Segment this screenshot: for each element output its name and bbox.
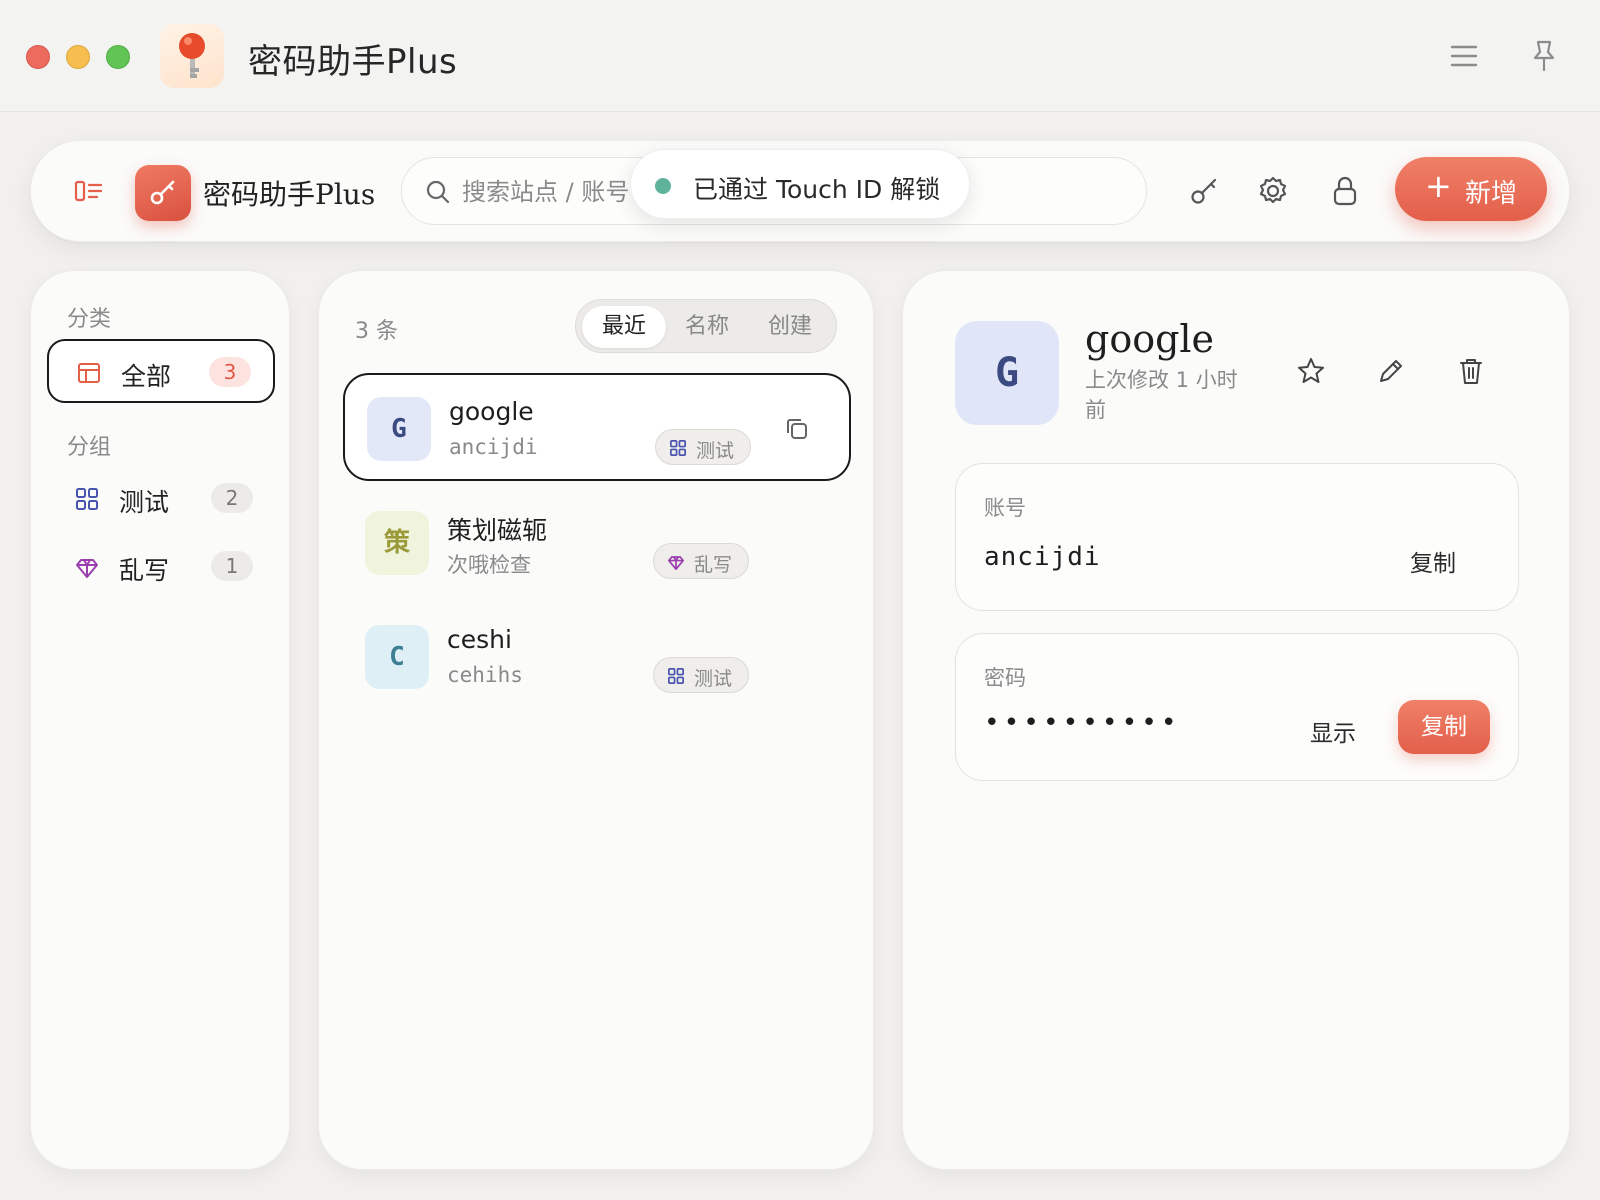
diamond-icon <box>666 552 686 572</box>
window-titlebar: 密码助手Plus <box>0 0 1600 112</box>
entry-name: ceshi <box>447 625 512 654</box>
edit-icon[interactable] <box>1375 355 1407 387</box>
detail-title: google <box>1085 317 1215 361</box>
minimize-window-button[interactable] <box>66 45 90 69</box>
sort-tab-name[interactable]: 名称 <box>665 306 749 348</box>
show-password-button[interactable]: 显示 <box>1310 714 1356 748</box>
category-count-badge: 3 <box>209 357 251 387</box>
copy-password-button[interactable]: 复制 <box>1398 700 1490 754</box>
group-count-badge: 1 <box>211 551 253 581</box>
account-field-card: 账号 ancijdi 复制 <box>955 463 1519 611</box>
grid-icon <box>73 485 101 513</box>
copy-icon[interactable] <box>783 415 811 443</box>
plus-icon: + <box>1425 167 1452 205</box>
entry-detail-panel: G google 上次修改 1 小时前 账号 ancijdi 复制 密码 •••… <box>902 270 1570 1170</box>
pin-icon[interactable] <box>1524 36 1564 76</box>
sort-tab-created[interactable]: 创建 <box>748 306 832 348</box>
copy-account-button[interactable]: 复制 <box>1410 544 1456 578</box>
add-entry-label: 新增 <box>1465 179 1518 209</box>
password-field-card: 密码 •••••••••• 显示 复制 <box>955 633 1519 781</box>
grid-icon <box>666 666 686 686</box>
avatar: C <box>365 625 429 689</box>
entry-name: 策划磁轭 <box>447 516 548 545</box>
grid-icon <box>668 438 688 458</box>
add-entry-button[interactable]: + 新增 <box>1395 157 1547 221</box>
brand-key-icon <box>135 165 191 221</box>
key-icon[interactable] <box>1185 171 1225 211</box>
group-tag: 测试 <box>655 429 751 465</box>
account-value: ancijdi <box>984 542 1101 572</box>
entry-account: ancijdi <box>449 435 538 459</box>
category-item-all[interactable]: 全部 3 <box>47 339 275 403</box>
group-tag: 乱写 <box>653 543 749 579</box>
password-label: 密码 <box>984 666 1026 690</box>
menu-icon[interactable] <box>1444 36 1484 76</box>
entry-count: 3 条 <box>355 319 398 344</box>
entry-name: google <box>449 397 534 426</box>
account-label: 账号 <box>984 496 1026 520</box>
group-item-test[interactable]: 测试 2 <box>47 467 275 531</box>
entry-account: cehihs <box>447 663 523 687</box>
zoom-window-button[interactable] <box>106 45 130 69</box>
group-heading: 分组 <box>67 435 112 460</box>
group-label: 测试 <box>119 488 170 517</box>
detail-avatar: G <box>955 321 1059 425</box>
list-item[interactable]: G google ancijdi 测试 <box>343 373 851 481</box>
detail-modified: 上次修改 1 小时前 <box>1085 368 1238 422</box>
toast-text: 已通过 Touch ID 解锁 <box>693 175 941 204</box>
group-tag: 测试 <box>653 657 749 693</box>
close-window-button[interactable] <box>26 45 50 69</box>
category-label: 全部 <box>121 362 172 391</box>
gear-icon[interactable] <box>1253 171 1293 211</box>
unlock-toast: 已通过 Touch ID 解锁 <box>630 149 970 219</box>
app-key-icon <box>160 24 224 88</box>
lock-icon[interactable] <box>1325 171 1365 211</box>
group-count-badge: 2 <box>211 483 253 513</box>
group-label: 乱写 <box>119 556 170 585</box>
search-icon <box>426 180 450 204</box>
brand-name: 密码助手Plus <box>203 178 376 211</box>
table-icon <box>75 359 103 387</box>
sort-tab-recent[interactable]: 最近 <box>582 306 666 348</box>
group-item-scribble[interactable]: 乱写 1 <box>47 535 275 599</box>
sidebar-toggle-icon[interactable] <box>71 173 107 209</box>
avatar: G <box>367 397 431 461</box>
star-icon[interactable] <box>1295 355 1327 387</box>
list-item[interactable]: C ceshi cehihs 测试 <box>343 603 851 711</box>
category-sidebar: 分类 全部 3 分组 测试 2 乱写 1 <box>30 270 290 1170</box>
password-value: •••••••••• <box>984 708 1181 738</box>
group-tag-label: 测试 <box>694 668 733 690</box>
status-dot <box>655 178 671 194</box>
list-item[interactable]: 策 策划磁轭 次哦检查 乱写 <box>343 489 851 597</box>
trash-icon[interactable] <box>1455 355 1487 387</box>
entry-account: 次哦检查 <box>447 553 531 577</box>
window-title: 密码助手Plus <box>248 42 458 82</box>
category-heading: 分类 <box>67 307 112 332</box>
entry-list-panel: 3 条 最近 名称 创建 G google ancijdi 测试 策 策划磁轭 … <box>318 270 874 1170</box>
diamond-icon <box>73 553 101 581</box>
group-tag-label: 乱写 <box>694 554 733 576</box>
group-tag-label: 测试 <box>696 440 735 462</box>
avatar: 策 <box>365 511 429 575</box>
sort-tabs: 最近 名称 创建 <box>575 299 837 353</box>
